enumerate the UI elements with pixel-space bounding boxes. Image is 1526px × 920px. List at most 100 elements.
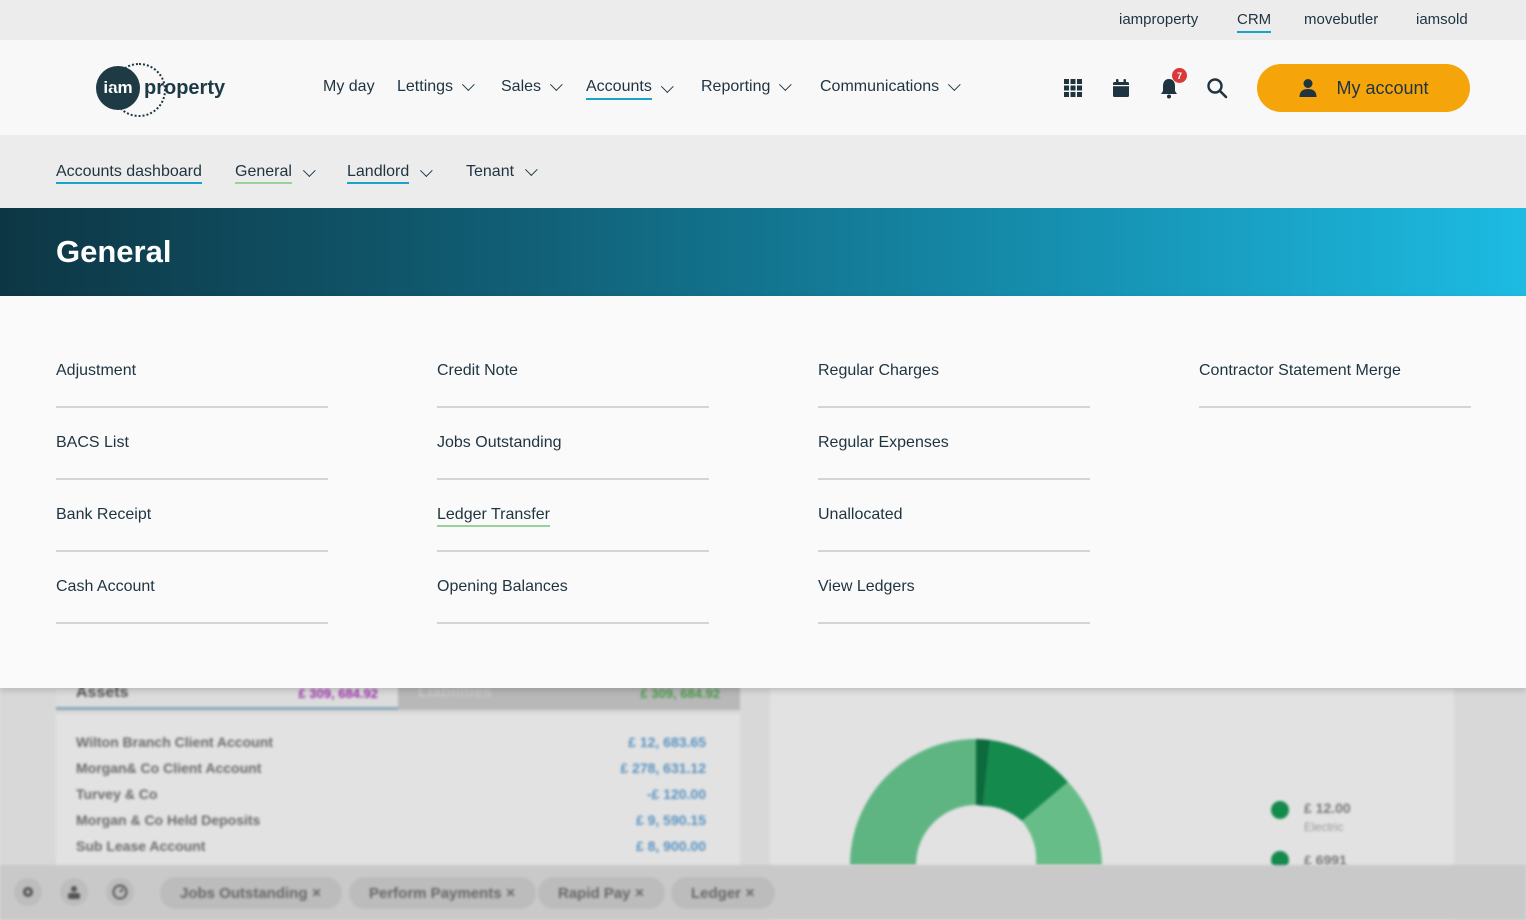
nav-label: Accounts — [586, 78, 652, 100]
menu-item-ledger-transfer[interactable]: Ledger Transfer — [437, 480, 709, 552]
subnav-label: Landlord — [347, 163, 410, 184]
nav-label: Sales — [501, 78, 542, 95]
account-row: Morgan& Co Client Account £ 278, 631.12 — [76, 760, 706, 776]
my-account-label: My account — [1336, 77, 1429, 98]
close-icon[interactable]: ✕ — [745, 886, 755, 900]
settings-icon[interactable] — [14, 878, 42, 906]
logo-mark: iam — [96, 63, 166, 117]
menu-item-label: Bank Receipt — [56, 506, 152, 523]
chevron-down-icon — [420, 164, 433, 178]
tab-value: £ 309, 684.92 — [298, 686, 378, 701]
menu-item-bank-receipt[interactable]: Bank Receipt — [56, 480, 328, 552]
close-icon[interactable]: ✕ — [635, 886, 645, 900]
nav-lettings[interactable]: Lettings — [397, 77, 475, 96]
menu-column-2: Credit Note Jobs Outstanding Ledger Tran… — [437, 336, 709, 624]
my-account-button[interactable]: My account — [1257, 64, 1470, 112]
account-amount: £ 278, 631.12 — [620, 760, 706, 776]
nav-my-day[interactable]: My day — [323, 78, 375, 96]
account-name: Morgan& Co Client Account — [76, 760, 262, 776]
chevron-down-icon — [779, 77, 793, 91]
menu-item-jobs-outstanding[interactable]: Jobs Outstanding — [437, 408, 709, 480]
chip-label: Ledger — [691, 884, 742, 902]
topbar-link-crm[interactable]: CRM — [1237, 11, 1272, 33]
menu-item-label: Regular Charges — [818, 362, 939, 379]
menu-item-credit-note[interactable]: Credit Note — [437, 336, 709, 408]
top-bar: iamproperty CRM movebutler iamsold — [0, 0, 1526, 40]
close-icon[interactable]: ✕ — [506, 886, 516, 900]
menu-item-label: Jobs Outstanding — [437, 434, 562, 451]
bell-icon[interactable]: 7 — [1157, 68, 1187, 100]
chip-rapid-pay[interactable]: Rapid Pay ✕ — [538, 877, 665, 909]
general-menu-panel: Adjustment BACS List Bank Receipt Cash A… — [0, 296, 1526, 688]
menu-item-regular-charges[interactable]: Regular Charges — [818, 336, 1090, 408]
account-amount: £ 8, 900.00 — [635, 838, 706, 854]
account-name: Morgan & Co Held Deposits — [76, 812, 261, 828]
subnav-label: Accounts dashboard — [56, 163, 202, 184]
subnav-landlord[interactable]: Landlord — [347, 163, 433, 184]
nav-sales[interactable]: Sales — [501, 77, 563, 96]
menu-item-opening-balances[interactable]: Opening Balances — [437, 552, 709, 624]
account-amount: £ 9, 590.15 — [635, 812, 706, 828]
menu-column-3: Regular Charges Regular Expenses Unalloc… — [818, 336, 1090, 624]
menu-item-adjustment[interactable]: Adjustment — [56, 336, 328, 408]
menu-item-label: View Ledgers — [818, 578, 915, 595]
dashboard-icon[interactable] — [106, 878, 134, 906]
subnav-general[interactable]: General — [235, 163, 316, 184]
calendar-icon[interactable] — [1109, 76, 1133, 100]
chevron-down-icon — [549, 77, 563, 91]
menu-item-label: Cash Account — [56, 578, 155, 595]
chip-label: Jobs Outstanding — [180, 884, 308, 902]
account-name: Wilton Branch Client Account — [76, 734, 273, 750]
apps-grid-icon[interactable] — [1061, 76, 1085, 100]
chip-jobs-outstanding[interactable]: Jobs Outstanding ✕ — [160, 877, 342, 909]
topbar-link-iamsold[interactable]: iamsold — [1416, 11, 1468, 28]
nav-label: My day — [323, 78, 375, 95]
logo[interactable]: iam property — [96, 63, 226, 117]
menu-item-label: Unallocated — [818, 506, 903, 523]
nav-reporting[interactable]: Reporting — [701, 77, 793, 96]
nav-label: Communications — [820, 78, 940, 95]
people-icon[interactable] — [60, 878, 88, 906]
menu-item-contractor-statement-merge[interactable]: Contractor Statement Merge — [1199, 336, 1471, 408]
account-name: Turvey & Co — [76, 786, 158, 802]
topbar-link-movebutler[interactable]: movebutler — [1304, 11, 1378, 28]
account-row: Sub Lease Account £ 8, 900.00 — [76, 838, 706, 854]
menu-item-label: Opening Balances — [437, 578, 568, 595]
section-banner: General — [0, 208, 1526, 296]
subnav-tenant[interactable]: Tenant — [466, 162, 538, 181]
account-name: Sub Lease Account — [76, 838, 206, 854]
legend-amount: £ 12.00 — [1304, 800, 1351, 816]
menu-item-regular-expenses[interactable]: Regular Expenses — [818, 408, 1090, 480]
chevron-down-icon — [302, 164, 316, 178]
logo-word: property — [144, 76, 226, 99]
nav-label: Reporting — [701, 78, 771, 95]
chip-ledger[interactable]: Ledger ✕ — [671, 877, 776, 909]
menu-item-label: Regular Expenses — [818, 434, 949, 451]
topbar-link-iamproperty[interactable]: iamproperty — [1119, 11, 1198, 28]
menu-item-bacs-list[interactable]: BACS List — [56, 408, 328, 480]
chip-perform-payments[interactable]: Perform Payments ✕ — [349, 877, 536, 909]
notification-badge: 7 — [1172, 68, 1187, 83]
account-row: Morgan & Co Held Deposits £ 9, 590.15 — [76, 812, 706, 828]
tab-value: £ 309, 684.92 — [640, 686, 720, 701]
menu-column-4: Contractor Statement Merge — [1199, 336, 1471, 408]
chevron-down-icon — [525, 162, 538, 176]
section-title: General — [56, 234, 172, 269]
subnav-accounts-dashboard[interactable]: Accounts dashboard — [56, 163, 202, 184]
menu-item-view-ledgers[interactable]: View Ledgers — [818, 552, 1090, 624]
menu-item-label: Ledger Transfer — [437, 506, 550, 527]
subnav-label: General — [235, 163, 292, 184]
chevron-down-icon — [660, 79, 674, 93]
menu-item-label: BACS List — [56, 434, 129, 451]
account-amount: £ 12, 683.65 — [628, 734, 706, 750]
menu-item-unallocated[interactable]: Unallocated — [818, 480, 1090, 552]
subnav-label: Tenant — [466, 163, 515, 180]
nav-accounts[interactable]: Accounts — [586, 78, 674, 100]
nav-communications[interactable]: Communications — [820, 77, 961, 96]
nav-label: Lettings — [397, 78, 454, 95]
menu-item-label: Credit Note — [437, 362, 518, 379]
search-icon[interactable] — [1205, 76, 1229, 100]
chip-label: Rapid Pay — [558, 884, 631, 902]
close-icon[interactable]: ✕ — [312, 886, 322, 900]
menu-item-cash-account[interactable]: Cash Account — [56, 552, 328, 624]
